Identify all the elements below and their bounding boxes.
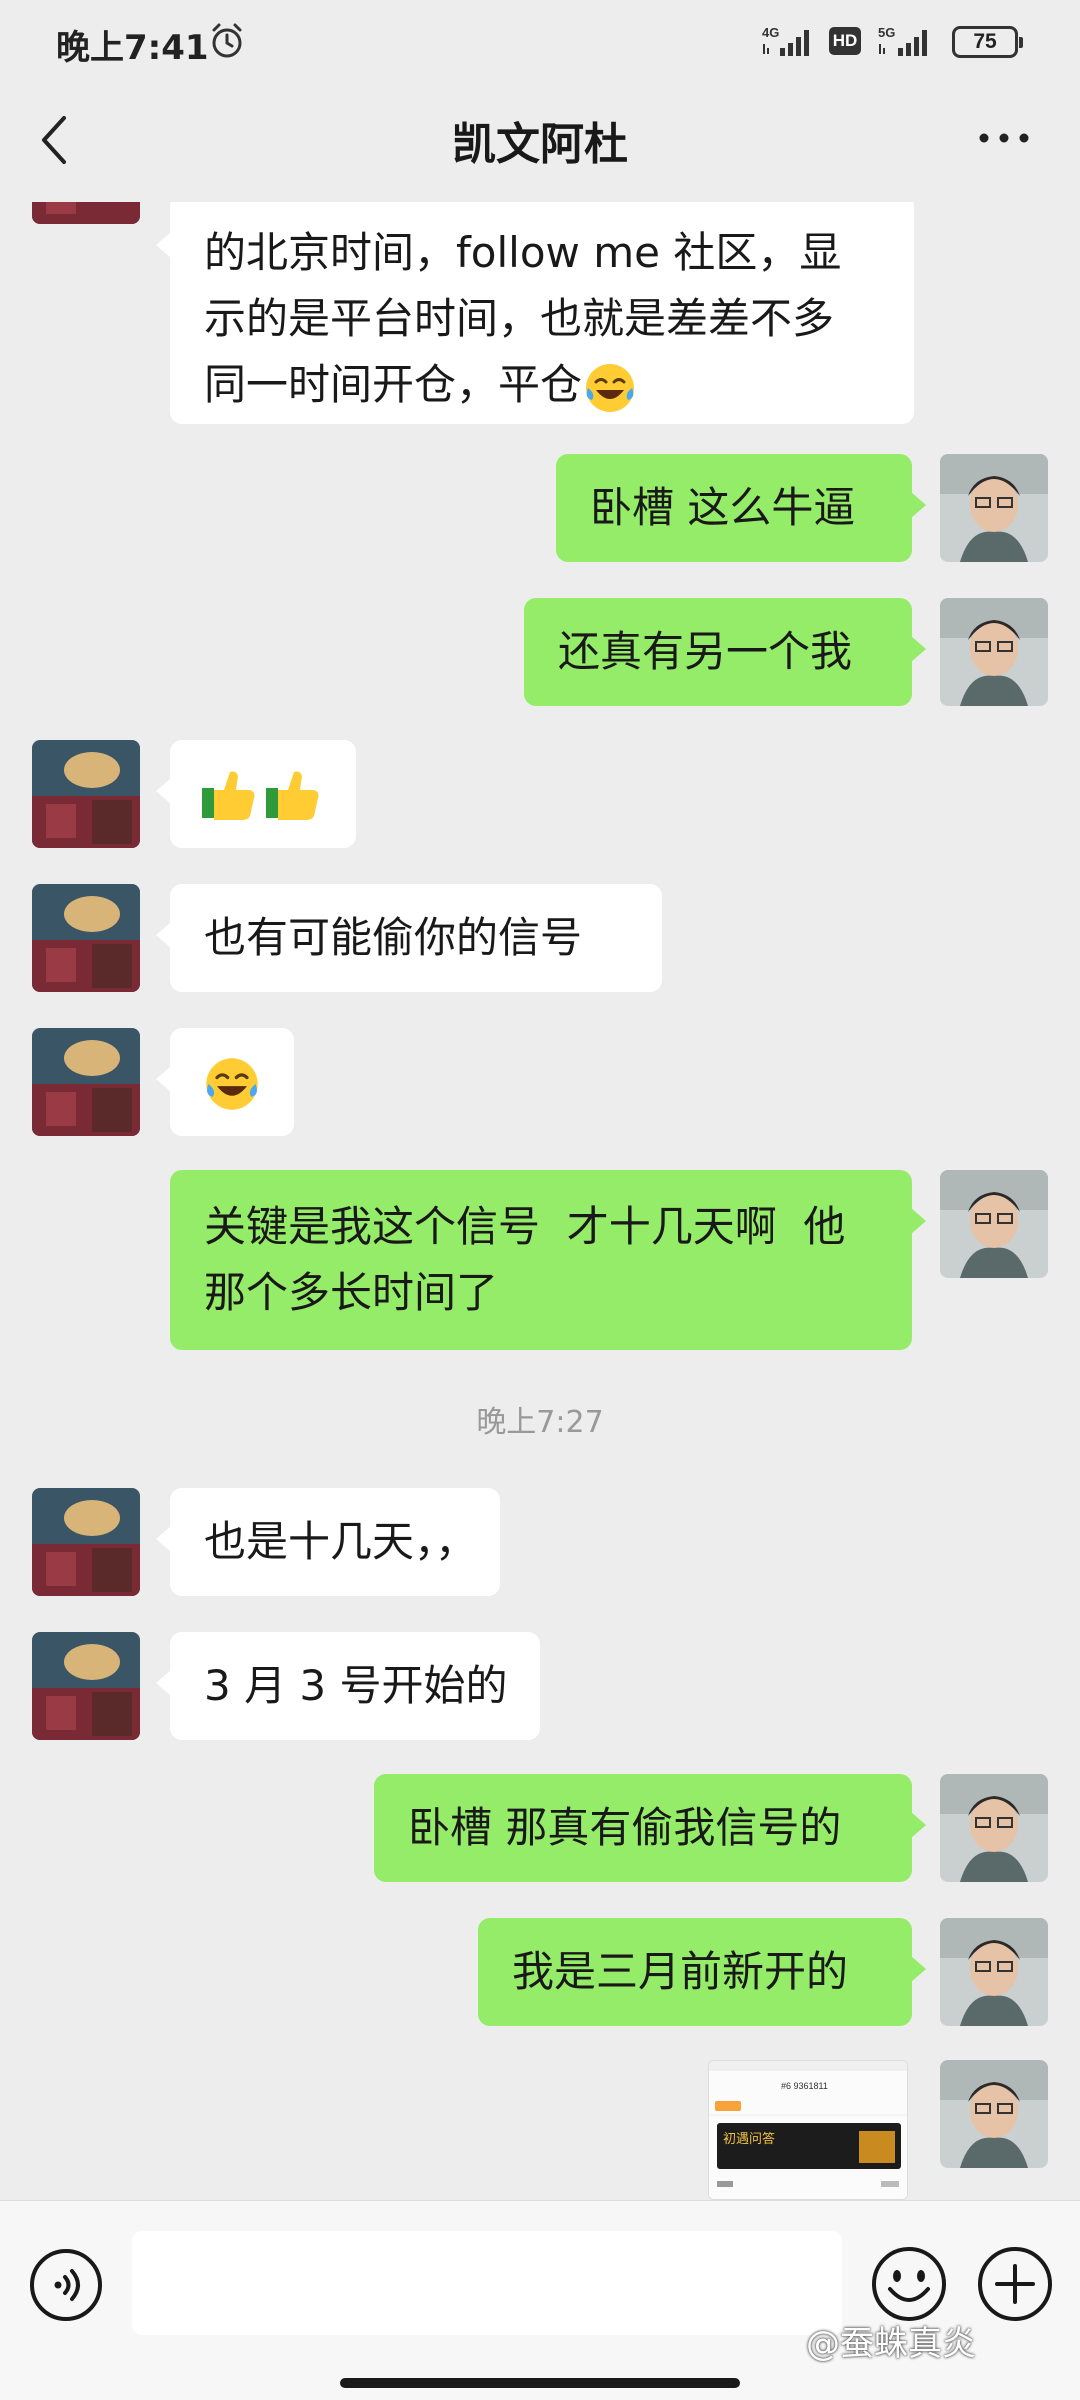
signal-5g-icon: 5G <box>878 25 927 56</box>
message-bubble-outgoing[interactable]: 卧槽 那真有偷我信号的 <box>374 1774 926 1882</box>
my-avatar-image <box>940 1774 1048 1882</box>
message-text: 3 月 3 号开始的 <box>204 1661 508 1710</box>
nav-bar: 凯文阿杜 <box>0 84 1080 202</box>
message-bubble-incoming[interactable]: 也有可能偷你的信号 <box>156 884 662 992</box>
watermark: @蚕蛛真炎 <box>806 2324 976 2364</box>
contact-avatar[interactable] <box>32 202 140 224</box>
home-indicator[interactable] <box>340 2378 740 2388</box>
message-text: 示的是平台时间，也就是差差不多 <box>204 294 835 343</box>
tears-of-joy-emoji-icon <box>206 1058 258 1110</box>
contact-avatar-image <box>32 1632 140 1740</box>
thumbs-up-emoji-icon <box>202 771 319 820</box>
emoji-icon[interactable] <box>870 2245 948 2323</box>
message-bubble-incoming[interactable]: 3 月 3 号开始的 <box>156 1632 540 1740</box>
my-avatar-image <box>940 454 1048 562</box>
message-text: 同一时间开仓，平仓 <box>204 352 880 418</box>
chat-area[interactable]: 的北京时间，follow me 社区，显 示的是平台时间，也就是差差不多 同一时… <box>0 202 1080 2200</box>
message-text: 卧槽 这么牛逼 <box>590 483 856 532</box>
message-text: 那个多长时间了 <box>204 1268 499 1317</box>
signal-5g-label: 5G <box>878 25 895 40</box>
contact-avatar-image <box>32 1488 140 1596</box>
contact-avatar[interactable] <box>32 740 140 848</box>
contact-avatar-image <box>32 884 140 992</box>
more-icon[interactable] <box>976 126 1032 150</box>
message-text: 我是三月前新开的 <box>512 1947 849 1996</box>
contact-avatar-image <box>32 1028 140 1136</box>
image-account-line: #6 9361811 <box>781 2081 828 2091</box>
my-avatar[interactable] <box>940 598 1048 706</box>
my-avatar-image <box>940 1918 1048 2026</box>
signal-4g-label: 4G <box>762 25 779 40</box>
my-avatar-image <box>940 2060 1048 2168</box>
plus-icon[interactable] <box>976 2245 1054 2323</box>
my-avatar[interactable] <box>940 454 1048 562</box>
input-bar <box>0 2200 1080 2400</box>
my-avatar[interactable] <box>940 1918 1048 2026</box>
hd-badge: HD <box>829 27 861 55</box>
message-text: 也有可能偷你的信号 <box>204 913 583 962</box>
message-bubble-incoming[interactable]: 的北京时间，follow me 社区，显 示的是平台时间，也就是差差不多 同一时… <box>156 202 914 424</box>
contact-avatar-image <box>32 202 140 224</box>
image-message[interactable]: #6 9361811 初遇问答 <box>708 2060 908 2200</box>
time-separator: 晚上7:27 <box>476 1405 604 1440</box>
signal-4g-icon: 4G <box>762 25 809 56</box>
message-bubble-incoming[interactable] <box>156 1028 294 1136</box>
message-bubble-outgoing[interactable]: 还真有另一个我 <box>524 598 926 706</box>
message-bubble-outgoing[interactable]: 关键是我这个信号 才十几天啊 他 那个多长时间了 <box>170 1170 926 1350</box>
contact-avatar[interactable] <box>32 1488 140 1596</box>
my-avatar[interactable] <box>940 1170 1048 1278</box>
chat-title: 凯文阿杜 <box>452 119 628 170</box>
contact-avatar[interactable] <box>32 1028 140 1136</box>
message-bubble-outgoing[interactable]: 我是三月前新开的 <box>478 1918 926 2026</box>
contact-avatar-image <box>32 740 140 848</box>
message-text: 关键是我这个信号 才十几天啊 他 <box>204 1202 846 1251</box>
contact-avatar[interactable] <box>32 884 140 992</box>
message-text: 卧槽 那真有偷我信号的 <box>408 1803 842 1852</box>
contact-avatar[interactable] <box>32 1632 140 1740</box>
message-text: 的北京时间，follow me 社区，显 <box>204 228 842 277</box>
message-bubble-outgoing[interactable]: 卧槽 这么牛逼 <box>556 454 926 562</box>
battery-indicator: 75 <box>952 26 1023 58</box>
alarm-icon <box>212 23 242 58</box>
tears-of-joy-emoji-icon <box>586 363 635 412</box>
status-time: 晚上7:41 <box>56 28 209 68</box>
my-avatar[interactable] <box>940 2060 1048 2168</box>
message-text: 也是十几天，， <box>204 1517 478 1566</box>
message-text: 还真有另一个我 <box>558 627 853 676</box>
message-bubble-incoming[interactable]: 也是十几天，， <box>156 1488 500 1596</box>
image-message-thumbnail: #6 9361811 初遇问答 <box>709 2061 907 2199</box>
image-banner-text: 初遇问答 <box>723 2131 775 2147</box>
voice-input-icon[interactable] <box>28 2247 104 2323</box>
my-avatar-image <box>940 598 1048 706</box>
my-avatar-image <box>940 1170 1048 1278</box>
my-avatar[interactable] <box>940 1774 1048 1882</box>
back-icon[interactable] <box>34 108 74 172</box>
message-bubble-incoming[interactable] <box>156 740 356 848</box>
message-input[interactable] <box>132 2231 842 2335</box>
status-bar: 晚上7:41 4G HD 5G 75 <box>0 0 1080 84</box>
